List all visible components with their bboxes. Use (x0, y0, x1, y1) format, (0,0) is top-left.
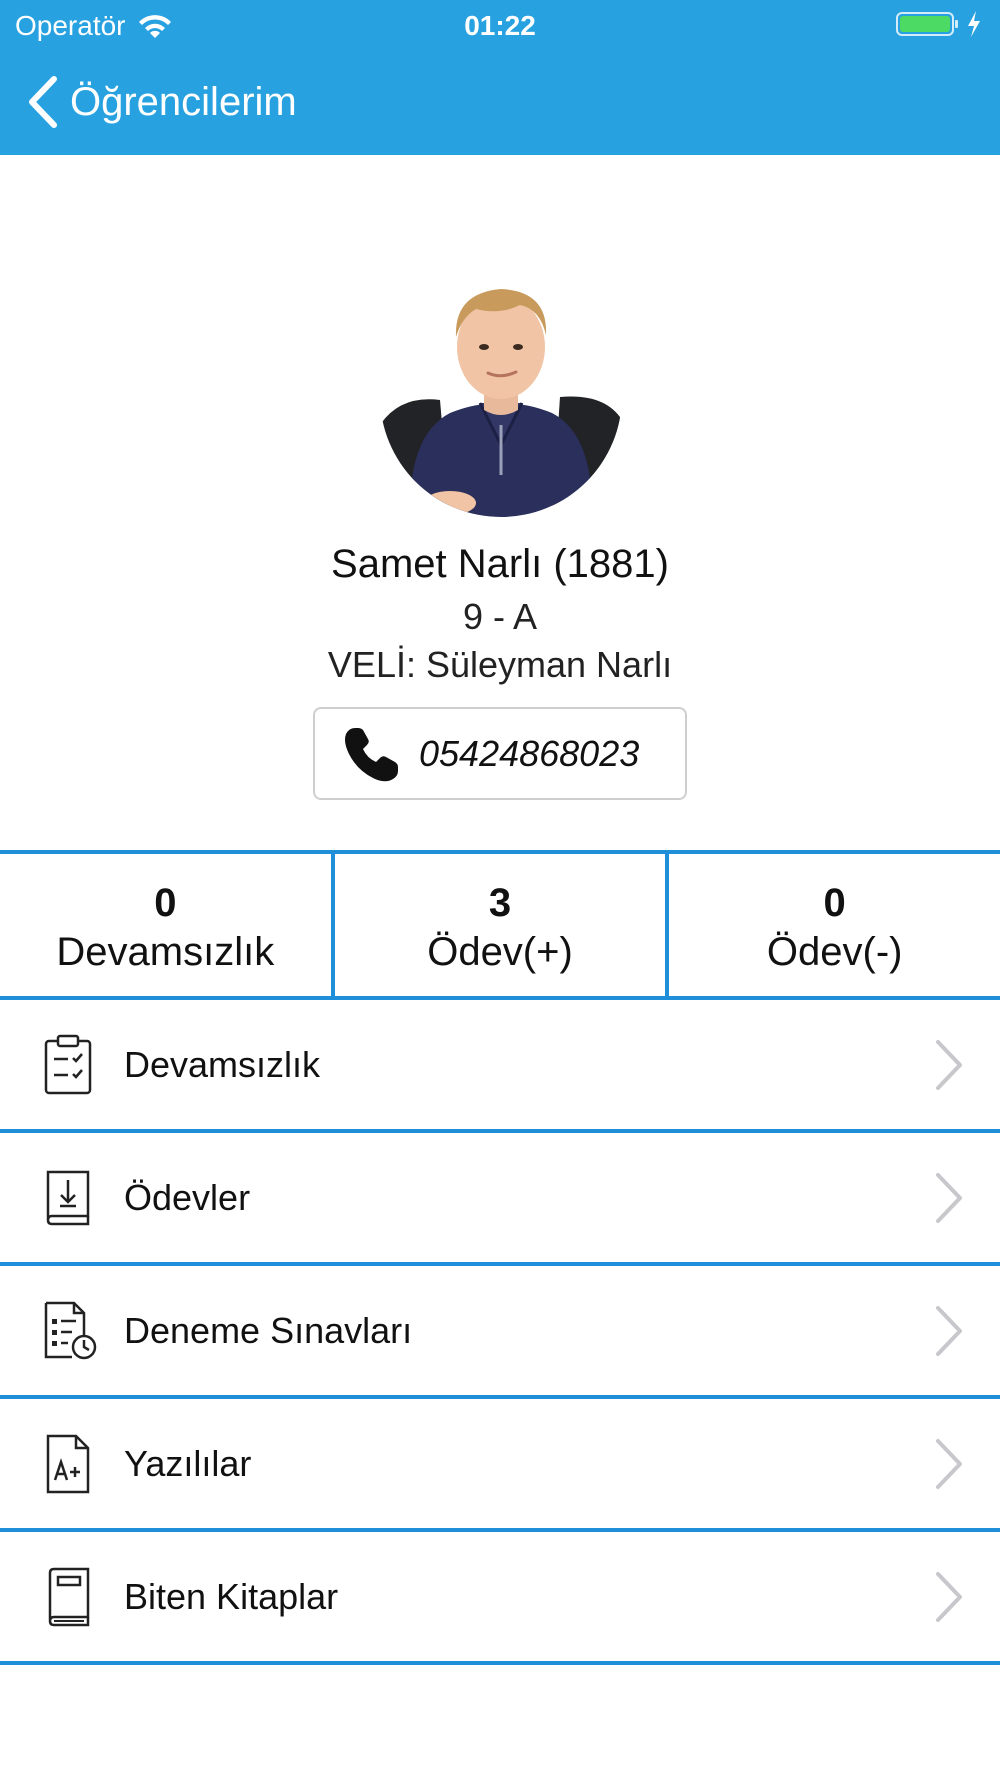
chevron-right-icon (936, 1172, 962, 1223)
menu-item-attendance[interactable]: Devamsızlık (0, 1000, 1000, 1133)
student-avatar (380, 275, 622, 517)
student-parent: VELİ: Süleyman Narlı (327, 644, 673, 685)
stat-absence-label: Devamsızlık (56, 930, 275, 974)
menu-item-trial-exams[interactable]: Deneme Sınavları (0, 1266, 1000, 1399)
status-time: 01:22 (464, 10, 536, 41)
menu-item-written-exams[interactable]: Yazılılar (0, 1399, 1000, 1532)
top-header: Operatör 01:22 Öğrencilerim (0, 0, 1000, 155)
grade-document-icon (46, 1434, 90, 1493)
homework-book-icon (46, 1170, 90, 1225)
phone-icon (345, 727, 398, 781)
book-icon (48, 1567, 90, 1626)
chevron-right-icon (936, 1305, 962, 1356)
menu-item-homework[interactable]: Ödevler (0, 1133, 1000, 1266)
menu-label-homework: Ödevler (124, 1176, 251, 1218)
stat-absence-value: 0 (154, 881, 177, 925)
student-menu: Devamsızlık Ödevler Deneme Sınavları Yaz… (0, 1000, 1000, 1665)
navigation-bar: Öğrencilerim (0, 62, 1000, 142)
menu-label-attendance: Devamsızlık (124, 1043, 321, 1085)
exam-document-icon (44, 1301, 97, 1359)
menu-label-finished-books: Biten Kitaplar (124, 1575, 339, 1617)
stat-homework-minus: 0 Ödev(-) (665, 854, 1000, 996)
attendance-clipboard-icon (44, 1034, 92, 1094)
stat-absence: 0 Devamsızlık (0, 854, 331, 996)
stat-homework-plus-value: 3 (488, 881, 512, 925)
phone-number: 05424868023 (419, 732, 640, 774)
chevron-right-icon (936, 1039, 962, 1090)
battery-icon (896, 12, 958, 36)
chevron-left-icon (29, 76, 57, 128)
chevron-right-icon (936, 1571, 962, 1622)
menu-label-written-exams: Yazılılar (124, 1442, 252, 1484)
status-bar: Operatör 01:22 (0, 0, 1000, 50)
stat-homework-plus-label: Ödev(+) (427, 930, 573, 974)
student-photo (380, 275, 622, 517)
stat-homework-minus-label: Ödev(-) (766, 930, 903, 974)
back-label: Öğrencilerim (70, 79, 297, 124)
student-class: 9 - A (462, 596, 538, 637)
chevron-right-icon (936, 1438, 962, 1489)
battery-indicator (896, 10, 982, 38)
charging-bolt-icon (968, 11, 980, 37)
menu-item-finished-books[interactable]: Biten Kitaplar (0, 1532, 1000, 1665)
stats-row: 0 Devamsızlık 3 Ödev(+) 0 Ödev(-) (0, 850, 1000, 1000)
stat-homework-plus: 3 Ödev(+) (330, 854, 666, 996)
stat-homework-minus-value: 0 (823, 881, 846, 925)
student-name: Samet Narlı (1881) (331, 542, 669, 586)
call-parent-button[interactable]: 05424868023 (313, 707, 687, 800)
menu-label-trial-exams: Deneme Sınavları (124, 1309, 413, 1351)
back-button[interactable]: Öğrencilerim (26, 72, 297, 132)
